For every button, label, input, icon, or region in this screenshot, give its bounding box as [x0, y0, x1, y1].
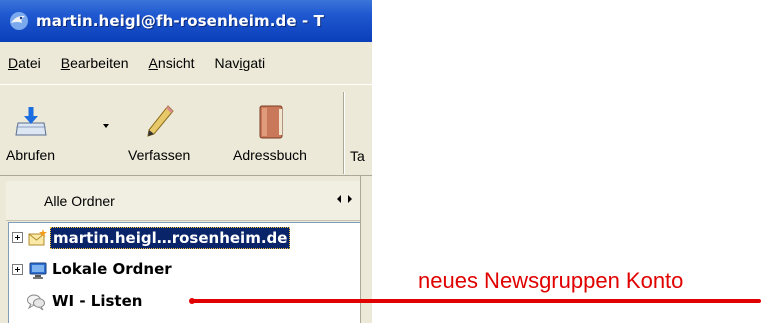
folder-view-switcher[interactable]: [337, 195, 352, 203]
mail-account-new-icon: [28, 229, 47, 246]
toolbar-cut-label[interactable]: Ta: [350, 148, 365, 164]
folder-tree: martin.heigl…rosenheim.de Lokale Ordner: [8, 222, 362, 323]
toolbar-separator: [343, 92, 345, 174]
expand-icon[interactable]: [12, 232, 23, 243]
get-mail-icon: [14, 107, 47, 136]
tree-item-local-folders[interactable]: Lokale Ordner: [9, 257, 359, 283]
menu-navigation[interactable]: Navigati: [215, 55, 266, 71]
get-mail-dropdown-arrow[interactable]: [103, 124, 109, 128]
local-folders-label: Lokale Ordner: [52, 260, 172, 278]
thunderbird-app-icon: [10, 12, 28, 30]
get-mail-label: Abrufen: [6, 147, 56, 163]
expand-icon[interactable]: [12, 264, 23, 275]
callout-annotation: neues Newsgruppen Konto: [418, 268, 684, 293]
pencil-icon: [147, 105, 174, 137]
callout-line: [191, 299, 761, 303]
arrow-right-icon[interactable]: [348, 195, 352, 203]
menu-ansicht[interactable]: Ansicht: [149, 55, 195, 71]
address-book-button[interactable]: Adressbuch: [233, 103, 307, 173]
local-folders-icon: [29, 262, 47, 279]
arrow-left-icon[interactable]: [337, 195, 341, 203]
newsgroup-label: WI - Listen: [52, 292, 143, 310]
thunderbird-window: martin.heigl@fh-rosenheim.de - T Datei B…: [0, 0, 372, 323]
menu-bar: Datei Bearbeiten Ansicht Navigati: [0, 42, 372, 84]
address-book-icon: [259, 105, 283, 139]
title-bar[interactable]: martin.heigl@fh-rosenheim.de - T: [0, 0, 372, 42]
address-book-label: Adressbuch: [233, 147, 307, 163]
window-title: martin.heigl@fh-rosenheim.de - T: [36, 12, 324, 30]
compose-label: Verfassen: [128, 147, 191, 163]
account-label[interactable]: martin.heigl…rosenheim.de: [50, 227, 291, 249]
folder-pane-header[interactable]: Alle Ordner: [6, 181, 360, 221]
tree-item-account[interactable]: martin.heigl…rosenheim.de: [9, 225, 359, 251]
compose-button[interactable]: Verfassen: [128, 103, 190, 173]
menu-bearbeiten[interactable]: Bearbeiten: [61, 55, 129, 71]
folder-pane-title: Alle Ordner: [44, 192, 115, 209]
newsgroup-account-icon: [27, 294, 45, 311]
menu-datei[interactable]: Datei: [8, 55, 41, 71]
get-mail-button[interactable]: Abrufen: [6, 103, 55, 173]
